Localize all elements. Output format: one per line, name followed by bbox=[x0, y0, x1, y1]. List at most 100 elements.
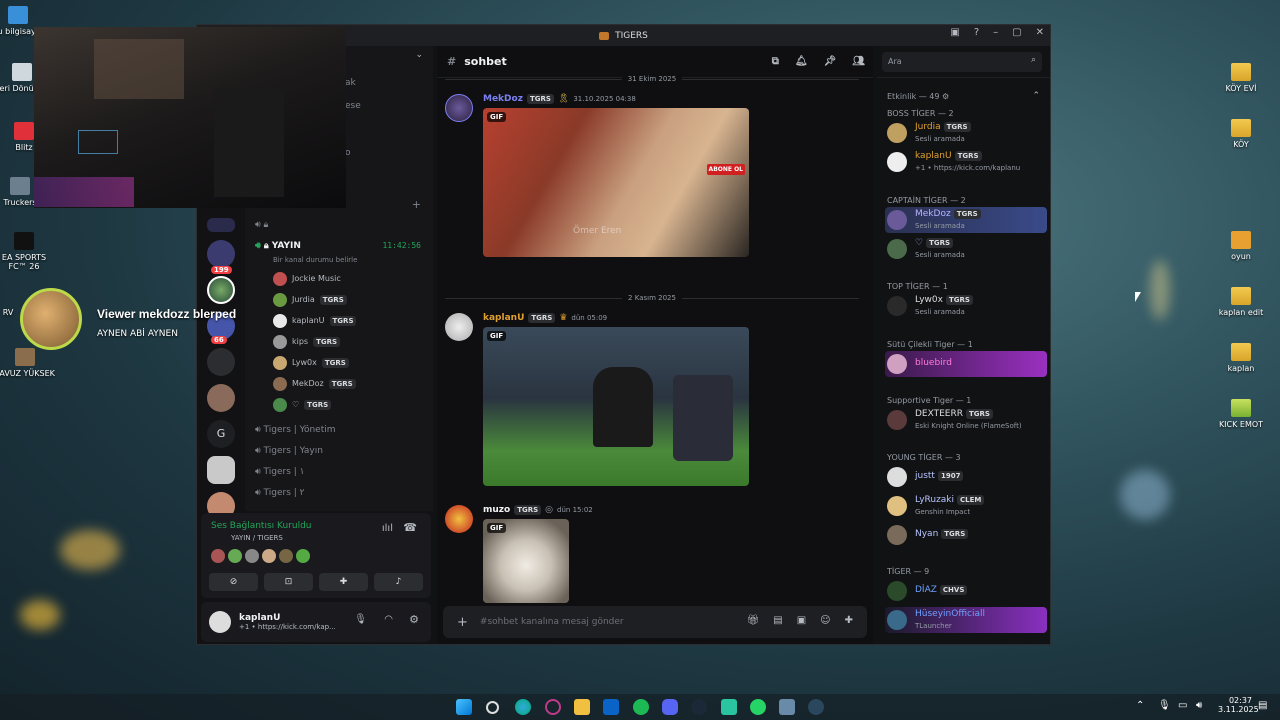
discord-icon[interactable] bbox=[662, 699, 678, 715]
member-item[interactable]: HüseyinOfficiall TLauncher bbox=[885, 607, 1047, 633]
steam-icon[interactable] bbox=[691, 699, 707, 715]
channel-yayin[interactable]: 🔊︎ 🔒︎ YAYIN 11:42:56 bbox=[245, 235, 433, 256]
channel-locked[interactable]: 🔊︎ 🔒︎ bbox=[245, 214, 433, 235]
member-item[interactable]: bluebird bbox=[885, 351, 1047, 377]
start-icon[interactable] bbox=[456, 699, 472, 715]
outlook-icon[interactable] bbox=[603, 699, 619, 715]
voice-user[interactable]: kaplanU TGRS bbox=[245, 310, 433, 331]
server-icon-8[interactable] bbox=[207, 456, 235, 484]
emoji-icon[interactable]: ☺ bbox=[820, 615, 830, 626]
member-item[interactable]: Lyw0x TGRS Sesli aramada bbox=[885, 293, 1047, 319]
voice-user[interactable]: ♡ TGRS bbox=[245, 394, 433, 415]
member-item[interactable]: ♡ TGRS Sesli aramada bbox=[885, 236, 1047, 262]
voice-user[interactable]: MekDoz TGRS bbox=[245, 373, 433, 394]
members-icon[interactable]: 👥︎ bbox=[852, 56, 865, 67]
avatar[interactable] bbox=[445, 94, 473, 122]
bell-icon[interactable]: 🔔︎ bbox=[795, 56, 808, 67]
server-icon-tigers[interactable] bbox=[207, 276, 235, 304]
spotify-icon[interactable] bbox=[633, 699, 649, 715]
file-explorer-icon[interactable] bbox=[574, 699, 590, 715]
desktop-icon-kick-emot[interactable]: KICK EMOT bbox=[1209, 399, 1273, 429]
member-item[interactable]: kaplanU TGRS +1 • https://kick.com/kaplanu bbox=[885, 149, 1047, 175]
desktop-icon-easports[interactable]: EA SPORTS FC™ 26 bbox=[0, 232, 56, 271]
headphones-icon[interactable]: ◠ bbox=[384, 614, 393, 625]
desktop-icon-koy-evi[interactable]: KÖY EVİ bbox=[1209, 63, 1273, 93]
channel-tigers-1[interactable]: 🔊︎ Tigers | ۱ bbox=[245, 461, 433, 482]
gif-attachment[interactable]: GIF bbox=[483, 519, 569, 603]
voice-user[interactable]: Jockie Music bbox=[245, 268, 433, 289]
search-icon[interactable]: ⌕ bbox=[1031, 55, 1036, 65]
settings-gear-icon[interactable]: ⚙ bbox=[409, 613, 419, 626]
member-item[interactable]: DEXTEERR TGRS Eski Knight Online (FlameSof… bbox=[885, 407, 1047, 433]
help-icon[interactable]: ? bbox=[974, 27, 979, 38]
member-item[interactable]: DİAZ CHVS bbox=[885, 578, 1047, 604]
whatsapp-icon[interactable] bbox=[750, 699, 766, 715]
avatar[interactable] bbox=[209, 611, 231, 633]
desktop-icon-koy[interactable]: KÖY bbox=[1209, 119, 1273, 149]
server-icon-1[interactable] bbox=[207, 218, 235, 232]
desktop-icon-yavuz[interactable]: YAVUZ YÜKSEK bbox=[0, 348, 57, 378]
threads-icon[interactable]: ⧉ bbox=[772, 56, 779, 67]
voice-signal-icon[interactable]: ılıl bbox=[382, 523, 393, 534]
app-icon[interactable] bbox=[779, 699, 795, 715]
add-channel-icon[interactable]: + bbox=[412, 198, 421, 211]
minimize-icon[interactable]: – bbox=[993, 27, 998, 38]
disconnect-icon[interactable]: ☎ bbox=[403, 521, 417, 534]
screen-share-button[interactable]: ⊡ bbox=[264, 573, 313, 591]
desktop-icon-kaplan-edit[interactable]: kaplan edit bbox=[1209, 287, 1273, 317]
message-author[interactable]: muzo bbox=[483, 505, 510, 515]
voice-user[interactable]: Lyw0x TGRS bbox=[245, 352, 433, 373]
voice-user[interactable]: kips TGRS bbox=[245, 331, 433, 352]
avatar[interactable] bbox=[445, 505, 473, 533]
member-item[interactable]: Jurdia TGRS Sesli aramada bbox=[885, 120, 1047, 146]
maximize-icon[interactable]: ▢ bbox=[1012, 27, 1021, 38]
sticker-icon[interactable]: ▣ bbox=[797, 615, 806, 626]
network-icon[interactable]: ▭ bbox=[1178, 700, 1187, 711]
gif-attachment[interactable]: GIF Ömer Eren ABONE OL bbox=[483, 108, 749, 257]
microphone-icon[interactable]: 🎙︎ bbox=[354, 614, 367, 625]
clock[interactable]: 02:37 3.11.2025 bbox=[1218, 696, 1259, 714]
volume-icon[interactable]: 🔊︎ bbox=[1196, 700, 1202, 711]
gift-icon[interactable]: 🎁︎ bbox=[747, 615, 760, 626]
app-icon[interactable] bbox=[721, 699, 737, 715]
inbox-icon[interactable]: ▣ bbox=[950, 27, 959, 38]
tray-chevron-icon[interactable]: ⌃ bbox=[1136, 700, 1144, 711]
apps-icon[interactable]: ✚ bbox=[845, 615, 853, 626]
member-item[interactable]: justt 1907 bbox=[885, 464, 1047, 490]
voice-user[interactable]: Jurdia TGRS bbox=[245, 289, 433, 310]
server-icon-6[interactable] bbox=[207, 384, 235, 412]
activities-button[interactable]: ✚ bbox=[319, 573, 368, 591]
server-icon-5[interactable] bbox=[207, 348, 235, 376]
activity-header[interactable]: Etkinlik — 49 ⚙ bbox=[887, 92, 949, 101]
message-author[interactable]: kaplanU bbox=[483, 313, 524, 323]
browser-icon[interactable] bbox=[545, 699, 561, 715]
gif-picker-icon[interactable]: ▤ bbox=[773, 615, 782, 626]
camera-off-button[interactable]: ⊘ bbox=[209, 573, 258, 591]
steam-icon[interactable] bbox=[808, 699, 824, 715]
soundboard-button[interactable]: ♪ bbox=[374, 573, 423, 591]
desktop-icon-oyun[interactable]: oyun bbox=[1209, 231, 1273, 261]
server-icon-g[interactable]: G bbox=[207, 420, 235, 448]
message-input[interactable]: #sohbet kanalına mesaj gönder bbox=[480, 617, 624, 627]
chevron-down-icon[interactable]: ⌄ bbox=[415, 50, 423, 60]
avatar[interactable] bbox=[445, 313, 473, 341]
close-icon[interactable]: ✕ bbox=[1036, 27, 1044, 38]
search-input[interactable]: Ara bbox=[882, 52, 1042, 72]
channel-status-hint[interactable]: Bir kanal durumu belirle bbox=[245, 256, 433, 268]
desktop-icon-kaplan[interactable]: kaplan bbox=[1209, 343, 1273, 373]
member-item[interactable]: MekDoz TGRS Sesli aramada bbox=[885, 207, 1047, 233]
add-attachment-icon[interactable]: + bbox=[457, 615, 468, 630]
edge-icon[interactable] bbox=[515, 699, 531, 715]
member-item[interactable]: LyRuzaki CLEM Genshin Impact bbox=[885, 493, 1047, 519]
pin-icon[interactable]: 📌︎ bbox=[824, 56, 837, 67]
member-item[interactable]: Nyan TGRS bbox=[885, 522, 1047, 548]
gif-attachment[interactable]: GIF bbox=[483, 327, 749, 486]
server-icon-2[interactable]: 199 bbox=[207, 240, 235, 274]
message-composer[interactable]: + #sohbet kanalına mesaj gönder 🎁︎ ▤ ▣ ☺… bbox=[443, 606, 867, 638]
search-icon[interactable] bbox=[486, 701, 499, 714]
notification-icon[interactable]: ▤ bbox=[1258, 700, 1267, 711]
message-author[interactable]: MekDoz bbox=[483, 94, 523, 104]
chevron-up-icon[interactable]: ⌃ bbox=[1032, 91, 1040, 101]
channel-yonetim[interactable]: 🔊︎ Tigers | Yönetim bbox=[245, 419, 433, 440]
channel-tigers-2[interactable]: 🔊︎ Tigers | ۲ bbox=[245, 482, 433, 503]
